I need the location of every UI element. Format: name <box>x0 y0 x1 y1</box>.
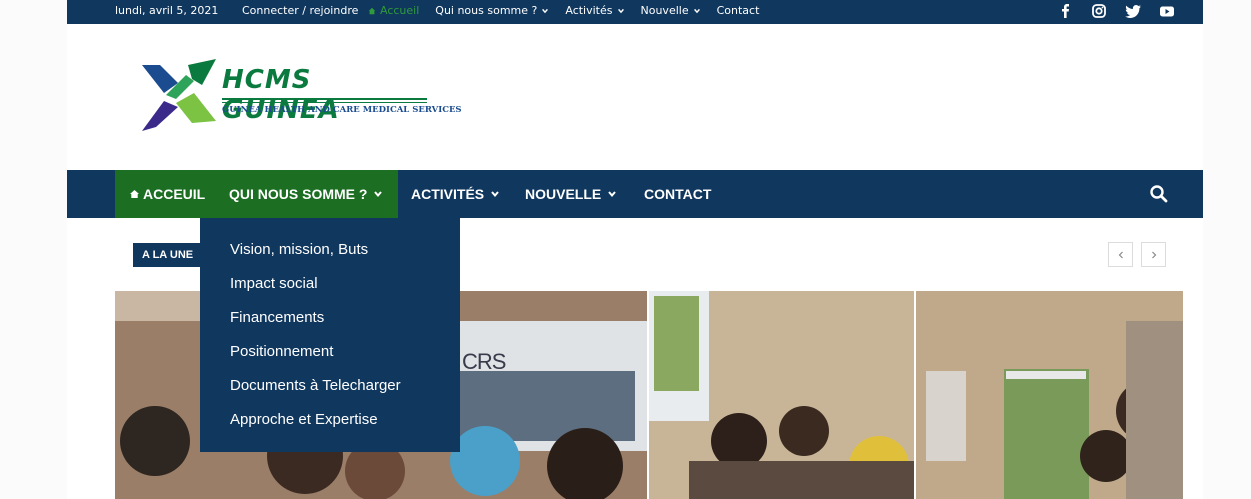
chevron-right-icon <box>1151 251 1156 258</box>
chevron-down-icon <box>617 8 624 13</box>
top-menu-qui[interactable]: Qui nous somme ? <box>435 4 549 17</box>
dropdown-item-approche[interactable]: Approche et Expertise <box>230 411 378 428</box>
featured-photo-3[interactable] <box>916 291 1183 499</box>
dropdown-item-vision[interactable]: Vision, mission, Buts <box>230 241 368 258</box>
chevron-down-icon <box>693 8 700 13</box>
home-icon <box>130 190 139 198</box>
chevron-down-icon <box>374 191 383 198</box>
nav-item-label: QUI NOUS SOMME ? <box>229 186 368 202</box>
login-link[interactable]: Connecter / rejoindre <box>242 4 358 17</box>
nav-item-label: NOUVELLE <box>525 186 602 202</box>
top-menu-activites-label: Activités <box>565 4 613 17</box>
chevron-down-icon <box>542 8 549 13</box>
top-menu-qui-label: Qui nous somme ? <box>435 4 538 17</box>
featured-photo-2[interactable] <box>649 291 914 499</box>
slider-arrows <box>1108 242 1166 267</box>
page-container: lundi, avril 5, 2021 Connecter / rejoind… <box>67 0 1203 499</box>
nav-item-label: ACTIVITÉS <box>411 186 485 202</box>
chevron-left-icon <box>1118 251 1123 258</box>
site-logo[interactable]: HCMS GUINEA GUINEA HEALTH AND CARE MEDIC… <box>142 55 462 135</box>
top-bar: lundi, avril 5, 2021 Connecter / rejoind… <box>67 0 1203 24</box>
search-icon[interactable] <box>1149 184 1169 204</box>
top-menu-activites[interactable]: Activités <box>565 4 624 17</box>
youtube-icon[interactable] <box>1159 3 1175 19</box>
chevron-down-icon <box>491 191 499 198</box>
home-icon <box>368 7 376 14</box>
social-links <box>1057 3 1175 19</box>
next-arrow-button[interactable] <box>1141 242 1166 267</box>
top-menu-nouvelle[interactable]: Nouvelle <box>641 4 701 17</box>
dropdown-item-positionnement[interactable]: Positionnement <box>230 343 333 360</box>
top-menu-contact-label: Contact <box>716 4 760 17</box>
logo-divider <box>222 98 427 100</box>
dropdown-item-documents[interactable]: Documents à Telecharger <box>230 377 401 394</box>
current-date: lundi, avril 5, 2021 <box>115 4 219 17</box>
nav-item-acceuil[interactable]: ACCEUIL <box>115 170 214 218</box>
twitter-icon[interactable] <box>1125 3 1141 19</box>
a-la-une-label: A LA UNE <box>133 243 205 267</box>
chevron-down-icon <box>608 191 616 198</box>
nav-item-label: CONTACT <box>644 186 712 202</box>
main-navigation: ACCEUIL QUI NOUS SOMME ? ACTIVITÉS NOUVE… <box>67 170 1203 218</box>
page-background-right <box>1203 0 1251 499</box>
dropdown-item-financements[interactable]: Financements <box>230 309 324 326</box>
top-menu: Accueil Qui nous somme ? Activités Nouve… <box>368 4 759 17</box>
nav-item-activites[interactable]: ACTIVITÉS <box>411 170 500 218</box>
logo-title: HCMS GUINEA <box>222 65 340 125</box>
instagram-icon[interactable] <box>1091 3 1107 19</box>
top-menu-nouvelle-label: Nouvelle <box>640 4 689 17</box>
page-background-left <box>0 0 67 499</box>
top-menu-accueil[interactable]: Accueil <box>368 4 419 17</box>
qui-nous-somme-dropdown: Vision, mission, Buts Impact social Fina… <box>200 218 460 452</box>
banner-text: CRS <box>462 349 506 374</box>
nav-item-contact[interactable]: CONTACT <box>644 170 711 218</box>
prev-arrow-button[interactable] <box>1108 242 1133 267</box>
top-menu-contact[interactable]: Contact <box>717 4 760 17</box>
nav-item-qui-nous-somme[interactable]: QUI NOUS SOMME ? <box>214 170 398 218</box>
nav-item-label: ACCEUIL <box>143 186 206 202</box>
logo-subtitle: GUINEA HEALTH AND CARE MEDICAL SERVICES <box>222 105 462 115</box>
logo-mark-icon <box>142 59 216 131</box>
logo-divider <box>222 102 427 103</box>
top-menu-accueil-label: Accueil <box>380 4 420 17</box>
dropdown-item-impact-social[interactable]: Impact social <box>230 275 318 292</box>
nav-item-nouvelle[interactable]: NOUVELLE <box>525 170 617 218</box>
facebook-icon[interactable] <box>1057 3 1073 19</box>
